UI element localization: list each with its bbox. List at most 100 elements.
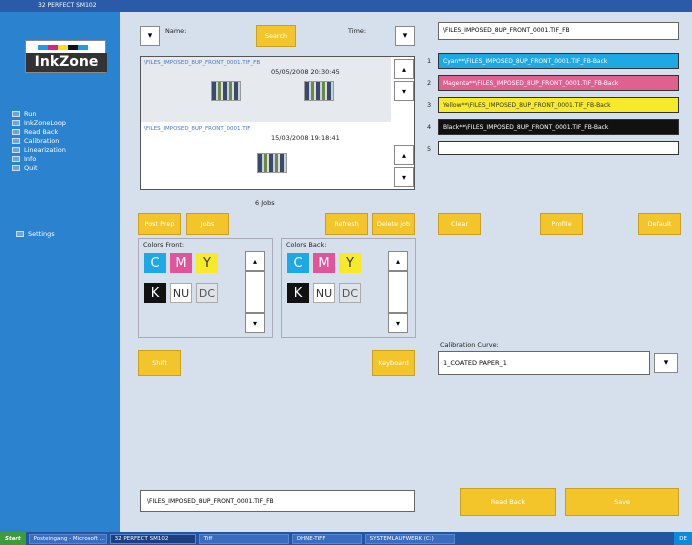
chevron-down-icon: ▾: [401, 86, 406, 96]
back-ink-magenta[interactable]: M: [313, 253, 335, 273]
chevron-down-icon: ▾: [147, 31, 153, 41]
delete-job-button[interactable]: Delete job: [372, 213, 415, 235]
name-label: Name:: [165, 27, 187, 35]
back-scroll-down[interactable]: ▾: [388, 313, 408, 333]
jobs-button[interactable]: Jobs: [186, 213, 229, 235]
inkzone-logo: InkZone: [25, 40, 107, 73]
job-title-field[interactable]: \FILES_IMPOSED_8UP_FRONT_0001.TIF_FB: [438, 22, 679, 40]
screen: 32 PERFECT SM102 InkZone Run InkZoneLoop…: [0, 0, 692, 545]
read-back-icon: [12, 128, 20, 135]
taskbar-item[interactable]: Tiff: [198, 533, 289, 544]
back-ink-dc[interactable]: DC: [339, 283, 361, 303]
calibration-label: Calibration Curve:: [440, 341, 499, 349]
calibration-dropdown[interactable]: ▾: [654, 353, 678, 373]
job-list-scroll-down-2[interactable]: ▾: [394, 167, 414, 187]
sidebar-item-calibration[interactable]: Calibration: [12, 136, 66, 145]
chevron-down-icon: ▾: [252, 318, 257, 328]
system-tray: DE: [674, 532, 692, 545]
separation-yellow[interactable]: Yellow**\FILES_IMPOSED_8UP_FRONT_0001.TI…: [438, 97, 679, 113]
sidebar-item-read-back[interactable]: Read Back: [12, 127, 66, 136]
run-icon: [12, 110, 20, 117]
name-dropdown[interactable]: ▾: [140, 26, 160, 46]
time-dropdown[interactable]: ▾: [395, 26, 415, 46]
job-name: \FILES_IMPOSED_8UP_FRONT_0001.TIF_FB: [144, 60, 261, 66]
calibration-select[interactable]: 1_COATED PAPER_1: [438, 351, 650, 375]
back-scroll-track[interactable]: [388, 271, 408, 313]
taskbar-item[interactable]: SYSTEMLAUFWERK (C:): [364, 533, 455, 544]
sidebar-item-label: Quit: [24, 163, 38, 172]
job-thumbnail: [257, 153, 287, 173]
taskbar-item-active[interactable]: 32 PERFECT SM102: [109, 533, 196, 544]
front-scroll-down[interactable]: ▾: [245, 313, 265, 333]
separation-number: 5: [427, 145, 432, 153]
chevron-down-icon: ▾: [395, 318, 400, 328]
profile-button[interactable]: Profile: [540, 213, 583, 235]
job-thumbnail-back: [304, 81, 334, 101]
read-back-button[interactable]: Read Back: [460, 488, 556, 516]
logo-swatches: [38, 45, 88, 50]
taskbar-item[interactable]: OHNE-TIFF: [291, 533, 362, 544]
job-count: 6 Jobs: [255, 199, 275, 207]
logo-swatch-cyan-2: [78, 45, 88, 50]
separation-black[interactable]: Black**\FILES_IMPOSED_8UP_FRONT_0001.TIF…: [438, 119, 679, 135]
front-ink-yellow[interactable]: Y: [196, 253, 218, 273]
selected-file-field[interactable]: \FILES_IMPOSED_8UP_FRONT_0001.TIF_FB: [140, 490, 415, 512]
job-list-scroll-down[interactable]: ▾: [394, 81, 414, 101]
front-ink-black[interactable]: K: [144, 283, 166, 303]
sidebar-item-quit[interactable]: Quit: [12, 163, 66, 172]
job-thumbnail-front: [211, 81, 241, 101]
taskbar-item[interactable]: Posteingang - Microsoft ...: [28, 533, 107, 544]
shift-button[interactable]: Shift: [138, 350, 181, 376]
separation-number: 1: [427, 57, 432, 65]
separation-empty[interactable]: [438, 141, 679, 155]
sidebar-item-linearization[interactable]: Linearization: [12, 145, 66, 154]
front-ink-magenta[interactable]: M: [170, 253, 192, 273]
job-name: \FILES_IMPOSED_8UP_FRONT_0001.TIF: [144, 126, 251, 132]
back-ink-cyan[interactable]: C: [287, 253, 309, 273]
start-button[interactable]: Start: [0, 532, 26, 545]
logo-swatch-magenta: [48, 45, 58, 50]
keyboard-button[interactable]: Keyboard: [372, 350, 415, 376]
job-item[interactable]: \FILES_IMPOSED_8UP_FRONT_0001.TIF 15/03/…: [141, 123, 391, 189]
logo-swatch-black: [68, 45, 78, 50]
job-date: 05/05/2008 20:30:45: [271, 68, 340, 76]
job-list-scroll-up[interactable]: ▴: [394, 59, 414, 79]
front-scroll-track[interactable]: [245, 271, 265, 313]
front-ink-nu[interactable]: NU: [170, 283, 192, 303]
separation-cyan[interactable]: Cyan**\FILES_IMPOSED_8UP_FRONT_0001.TIF_…: [438, 53, 679, 69]
save-button[interactable]: Save: [565, 488, 679, 516]
front-scroll-up[interactable]: ▴: [245, 251, 265, 271]
default-button[interactable]: Default: [638, 213, 681, 235]
sidebar-item-run[interactable]: Run: [12, 109, 66, 118]
back-ink-nu[interactable]: NU: [313, 283, 335, 303]
back-scroll-up[interactable]: ▴: [388, 251, 408, 271]
refresh-button[interactable]: Refresh: [325, 213, 368, 235]
search-button[interactable]: Search: [256, 25, 296, 47]
job-list[interactable]: \FILES_IMPOSED_8UP_FRONT_0001.TIF_FB 05/…: [140, 56, 415, 190]
sidebar-item-inkzoneloop[interactable]: InkZoneLoop: [12, 118, 66, 127]
separation-number: 4: [427, 123, 432, 131]
colors-front-panel: Colors Front: C M Y K NU DC ▴ ▾: [138, 238, 273, 338]
front-ink-dc[interactable]: DC: [196, 283, 218, 303]
separation-magenta[interactable]: Magenta**\FILES_IMPOSED_8UP_FRONT_0001.T…: [438, 75, 679, 91]
post-prep-button[interactable]: Post Prep: [138, 213, 181, 235]
colors-back-label: Colors Back:: [286, 241, 327, 249]
chevron-down-icon: ▾: [401, 172, 406, 182]
time-label: Time:: [348, 27, 367, 35]
separation-number: 2: [427, 79, 432, 87]
settings-label: Settings: [28, 230, 55, 238]
sidebar-item-settings[interactable]: Settings: [16, 230, 55, 238]
job-date: 15/03/2008 19:18:41: [271, 134, 340, 142]
sidebar-item-info[interactable]: Info: [12, 154, 66, 163]
job-list-scroll-up-2[interactable]: ▴: [394, 145, 414, 165]
quit-icon: [12, 164, 20, 171]
clear-button[interactable]: Clear: [438, 213, 481, 235]
front-ink-cyan[interactable]: C: [144, 253, 166, 273]
sidebar-item-label: Calibration: [24, 136, 60, 145]
sidebar: InkZone Run InkZoneLoop Read Back Calibr…: [0, 12, 120, 532]
sidebar-item-label: Run: [24, 109, 37, 118]
sidebar-menu: Run InkZoneLoop Read Back Calibration Li…: [12, 109, 66, 172]
back-ink-black[interactable]: K: [287, 283, 309, 303]
back-ink-yellow[interactable]: Y: [339, 253, 361, 273]
job-item[interactable]: \FILES_IMPOSED_8UP_FRONT_0001.TIF_FB 05/…: [141, 57, 391, 122]
